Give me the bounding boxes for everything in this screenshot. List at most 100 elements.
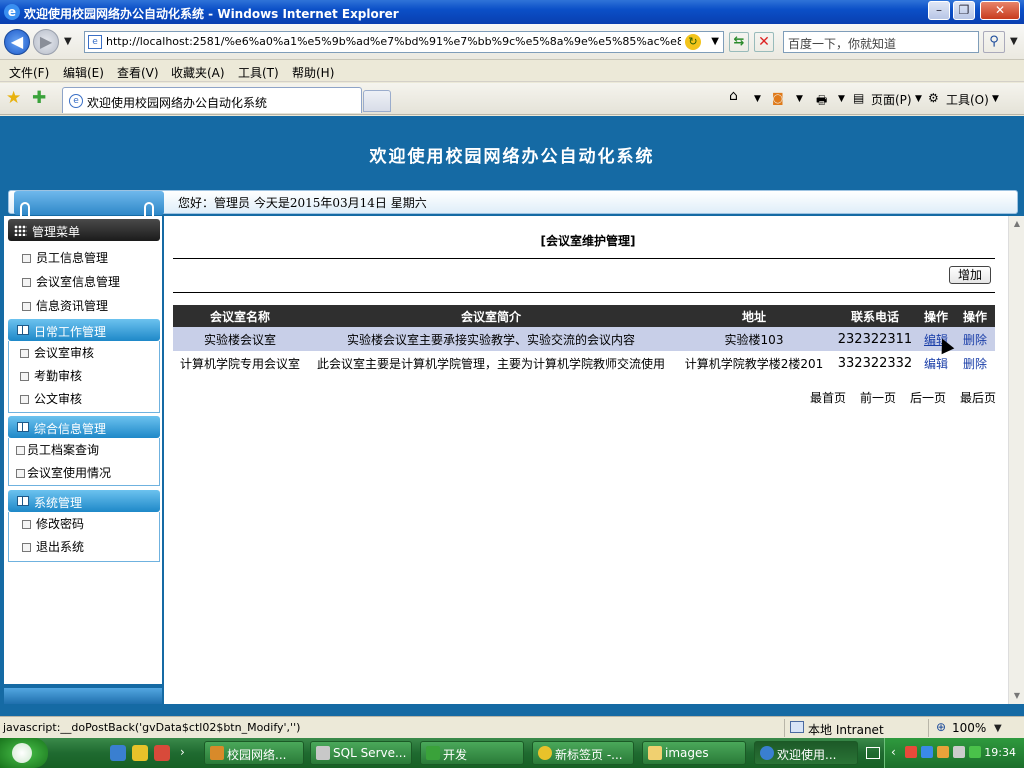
- delete-link[interactable]: 删除: [963, 333, 987, 347]
- sidebar-item-meeting-approval[interactable]: 会议室审核: [20, 344, 94, 361]
- keyboard-icon[interactable]: [866, 747, 880, 759]
- menu-help[interactable]: 帮助(H): [292, 64, 334, 81]
- pager-first[interactable]: 最首页: [810, 389, 846, 406]
- scroll-up-icon[interactable]: ▲: [1009, 216, 1024, 232]
- quicklaunch-ie-icon[interactable]: [110, 745, 126, 761]
- sidebar-item-room-usage[interactable]: 会议室使用情况: [16, 464, 111, 481]
- quicklaunch-media-icon[interactable]: [154, 745, 170, 761]
- sidebar-item-change-password[interactable]: 修改密码: [22, 515, 84, 532]
- taskbar-button-welcome[interactable]: 欢迎使用...: [754, 741, 858, 765]
- sidebar-item-employee-archive[interactable]: 员工档案查询: [16, 441, 99, 458]
- edit-link[interactable]: 编辑: [924, 357, 948, 371]
- security-zone: 本地 Intranet: [808, 723, 884, 737]
- table-row: 计算机学院专用会议室 此会议室主要是计算机学院管理，主要为计算机学院教师交流使用…: [173, 351, 995, 375]
- scroll-down-icon[interactable]: ▼: [1009, 688, 1024, 704]
- forward-button[interactable]: ▶: [33, 29, 59, 55]
- close-window-button[interactable]: ✕: [980, 1, 1020, 20]
- section-title: 日常工作管理: [34, 325, 107, 339]
- taskbar-button-dev[interactable]: 开发: [420, 741, 524, 765]
- add-button[interactable]: 增加: [949, 266, 991, 284]
- sidebar-top-tab: [14, 191, 164, 216]
- delete-link[interactable]: 删除: [963, 357, 987, 371]
- status-bar: javascript:__doPostBack('gvData$ctl02$bt…: [0, 716, 1024, 738]
- sidebar-item-news-info[interactable]: 信息资讯管理: [22, 297, 108, 314]
- section-daily-work[interactable]: 日常工作管理: [8, 319, 160, 341]
- address-dropdown-icon[interactable]: ▼: [711, 36, 719, 47]
- tab-current[interactable]: e 欢迎使用校园网络办公自动化系统: [62, 87, 362, 113]
- recent-pages-dropdown[interactable]: ▼: [64, 36, 72, 47]
- menu-view[interactable]: 查看(V): [117, 64, 159, 81]
- refresh-button[interactable]: ⇆: [729, 32, 749, 52]
- tools-dropdown-icon[interactable]: ▼: [992, 94, 999, 104]
- bullet-icon: [20, 372, 29, 381]
- search-options-dropdown[interactable]: ▼: [1010, 36, 1018, 47]
- address-field[interactable]: e http://localhost:2581/%e6%a0%a1%e5%9b%…: [84, 31, 724, 53]
- pager-last[interactable]: 最后页: [960, 389, 996, 406]
- back-button[interactable]: ◀: [4, 29, 30, 55]
- sidebar-item-attendance-approval[interactable]: 考勤审核: [20, 367, 82, 384]
- ie-icon: [760, 746, 774, 760]
- zoom-dropdown-icon[interactable]: ▼: [994, 723, 1002, 734]
- zoom-level[interactable]: 100%: [952, 721, 986, 735]
- tray-volume-icon[interactable]: [953, 746, 965, 758]
- tab-bar: ★ ✚ e 欢迎使用校园网络办公自动化系统 ⌂ ▼ ◙ ▼ 🖶 ▼ ▤ 页面(P…: [0, 83, 1024, 115]
- tray-security-icon[interactable]: [905, 746, 917, 758]
- pager-next[interactable]: 后一页: [910, 389, 946, 406]
- section-general-info[interactable]: 综合信息管理: [8, 416, 160, 438]
- taskbar-button-new-tab[interactable]: 新标签页 -...: [532, 741, 634, 765]
- taskbar: › 校园网络... SQL Serve... 开发 新标签页 -... imag…: [0, 738, 1024, 768]
- feeds-icon[interactable]: ◙: [772, 91, 784, 105]
- home-icon[interactable]: ⌂: [729, 88, 738, 104]
- clock[interactable]: 19:34: [984, 746, 1016, 759]
- feeds-dropdown-icon[interactable]: ▼: [796, 94, 803, 104]
- menu-favorites[interactable]: 收藏夹(A): [171, 64, 225, 81]
- tray-status-icon[interactable]: [969, 746, 981, 758]
- address-url: http://localhost:2581/%e6%a0%a1%e5%9b%ad…: [106, 35, 681, 48]
- add-favorites-icon[interactable]: ✚: [32, 88, 46, 108]
- section-system[interactable]: 系统管理: [8, 490, 160, 512]
- bullet-icon: [22, 254, 31, 263]
- cell-name: 实验楼会议室: [173, 327, 307, 351]
- cell-name: 计算机学院专用会议室: [179, 356, 300, 371]
- stop-button[interactable]: ✕: [754, 32, 774, 52]
- menu-edit[interactable]: 编辑(E): [63, 64, 104, 81]
- sidebar-item-meeting-room-info[interactable]: 会议室信息管理: [22, 273, 120, 290]
- sidebar-footer: [4, 688, 162, 704]
- sidebar-item-employee-info[interactable]: 员工信息管理: [22, 249, 108, 266]
- page-scrollbar[interactable]: ▲ ▼: [1008, 216, 1024, 706]
- taskbar-button-sql-server[interactable]: SQL Serve...: [310, 741, 412, 765]
- page-bottom-border: [0, 704, 1024, 716]
- tray-network-icon[interactable]: [921, 746, 933, 758]
- home-dropdown-icon[interactable]: ▼: [754, 94, 761, 104]
- print-icon[interactable]: 🖶: [816, 91, 827, 112]
- minimize-button[interactable]: –: [928, 1, 950, 20]
- search-button[interactable]: ⚲: [983, 31, 1005, 53]
- tray-expand-icon[interactable]: ‹: [891, 745, 896, 759]
- sidebar-item-logout[interactable]: 退出系统: [22, 538, 84, 555]
- quicklaunch-more-icon[interactable]: ›: [180, 745, 185, 759]
- compatibility-icon[interactable]: ↻: [685, 34, 701, 50]
- column-header-delete: 操作: [955, 305, 995, 327]
- sidebar-item-document-approval[interactable]: 公文审核: [20, 390, 82, 407]
- taskbar-button-images[interactable]: images: [642, 741, 746, 765]
- quicklaunch-app-icon[interactable]: [132, 745, 148, 761]
- window-title-bar: e 欢迎使用校园网络办公自动化系统 - Windows Internet Exp…: [0, 0, 1024, 24]
- search-input[interactable]: 百度一下，你就知道: [783, 31, 979, 53]
- content-title: [会议室维护管理]: [540, 234, 636, 248]
- menu-file[interactable]: 文件(F): [9, 64, 49, 81]
- start-button[interactable]: [0, 738, 48, 768]
- page-dropdown-icon[interactable]: ▼: [915, 94, 922, 104]
- pager-prev[interactable]: 前一页: [860, 389, 896, 406]
- tools-menu-button[interactable]: 工具(O): [946, 91, 989, 108]
- taskbar-button-campus[interactable]: 校园网络...: [204, 741, 304, 765]
- zoom-icon[interactable]: ⊕: [936, 720, 946, 734]
- favorites-star-icon[interactable]: ★: [6, 88, 21, 108]
- cell-intro: 实验楼会议室主要承接实验教学、实验交流的会议内容: [307, 327, 675, 351]
- maximize-button[interactable]: ❐: [953, 1, 975, 20]
- menu-tools[interactable]: 工具(T): [238, 64, 279, 81]
- new-tab-button[interactable]: [363, 90, 391, 112]
- print-dropdown-icon[interactable]: ▼: [838, 94, 845, 104]
- table-header-row: 会议室名称 会议室简介 地址 联系电话 操作 操作: [173, 305, 995, 327]
- tray-app-icon[interactable]: [937, 746, 949, 758]
- page-menu-button[interactable]: 页面(P): [871, 91, 912, 108]
